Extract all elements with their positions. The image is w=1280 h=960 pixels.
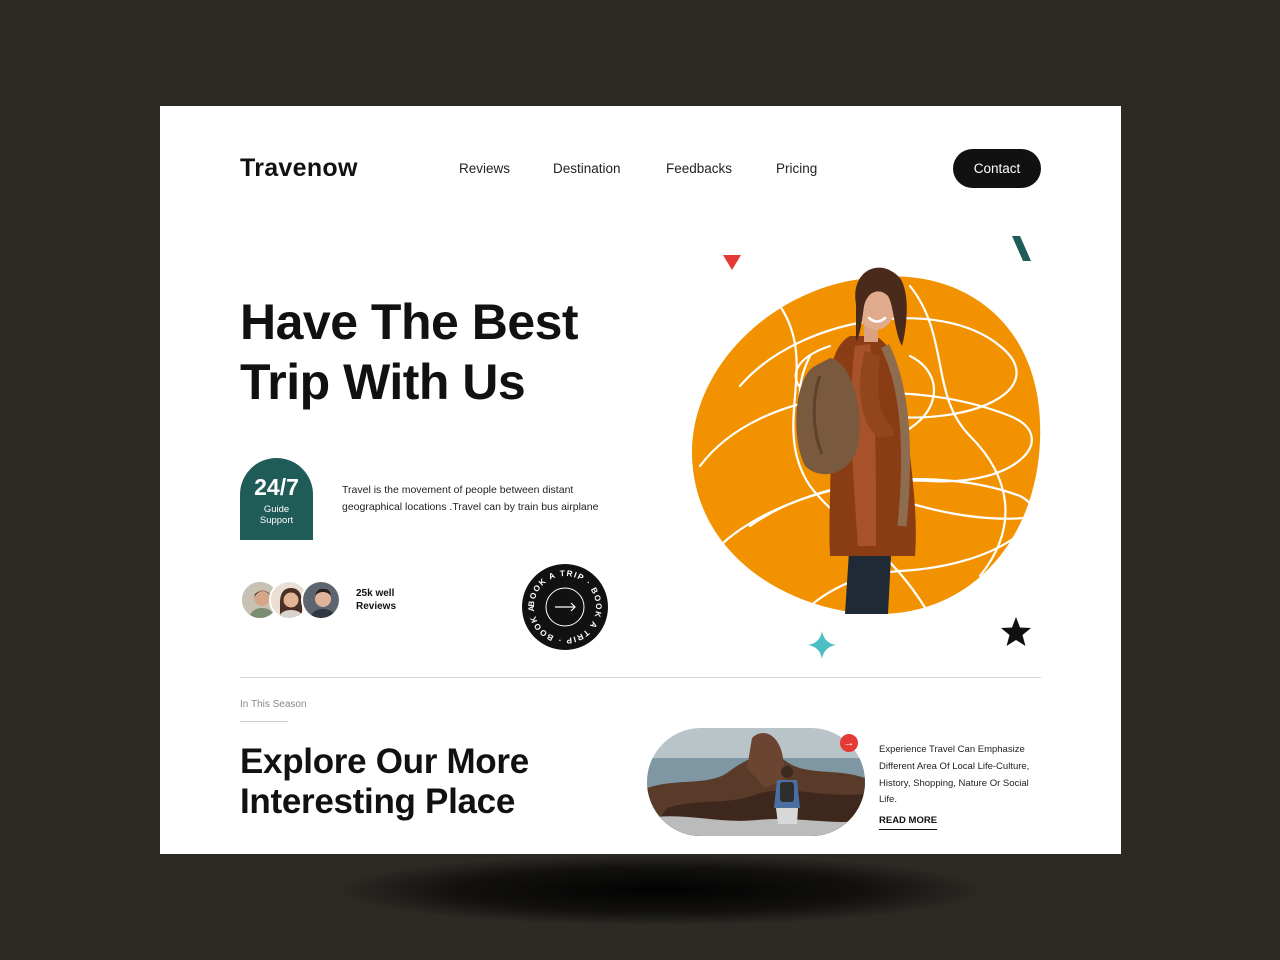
season-label: In This Season [240, 699, 307, 710]
reviews-count: 25k well Reviews [356, 587, 426, 613]
read-more-link[interactable]: READ MORE [879, 815, 938, 830]
place-description: Experience Travel Can Emphasize Differen… [879, 744, 1030, 806]
explore-title-line-2: Interesting Place [240, 782, 516, 821]
right-arrow-icon: → [843, 737, 855, 749]
reviewer-avatar [301, 580, 341, 620]
logo[interactable]: Travenow [240, 154, 358, 183]
book-trip-button[interactable]: BOOK A TRIP · BOOK A TRIP · BOOK A TRIP … [517, 556, 609, 651]
hero-illustration [691, 267, 1041, 615]
reviews-count-line-2: Reviews [356, 601, 397, 612]
section-divider [240, 677, 1041, 678]
card-shadow [340, 855, 980, 925]
landing-page: Travenow Reviews Destination Feedbacks P… [160, 106, 1121, 854]
season-underline [240, 721, 288, 722]
nav-reviews[interactable]: Reviews [459, 161, 510, 176]
place-arrow-button[interactable]: → [840, 734, 858, 752]
explore-title-line-1: Explore Our More [240, 742, 529, 781]
hero-title-line-1: Have The Best [240, 294, 579, 350]
nav-pricing[interactable]: Pricing [776, 161, 817, 176]
book-trip-ring: BOOK A TRIP · BOOK A TRIP · BOOK A TRIP … [517, 556, 608, 650]
person-icon [303, 582, 339, 618]
nav-destination[interactable]: Destination [553, 161, 621, 176]
hero-description: Travel is the movement of people between… [342, 484, 599, 513]
place-image[interactable] [647, 728, 865, 836]
explore-title: Explore Our More Interesting Place [240, 742, 529, 822]
guide-support-badge: 24/7 Guide Support [240, 458, 313, 540]
reviews-count-line-1: 25k well [356, 588, 395, 599]
hero-title: Have The Best Trip With Us [240, 292, 579, 412]
badge-label: Guide Support [259, 504, 294, 526]
hero-title-line-2: Trip With Us [240, 354, 526, 410]
badge-number: 24/7 [254, 474, 299, 500]
sparkle-icon [808, 631, 836, 659]
coastal-rocks-image [647, 728, 865, 836]
contact-button[interactable]: Contact [953, 149, 1041, 188]
nav-feedbacks[interactable]: Feedbacks [666, 161, 732, 176]
